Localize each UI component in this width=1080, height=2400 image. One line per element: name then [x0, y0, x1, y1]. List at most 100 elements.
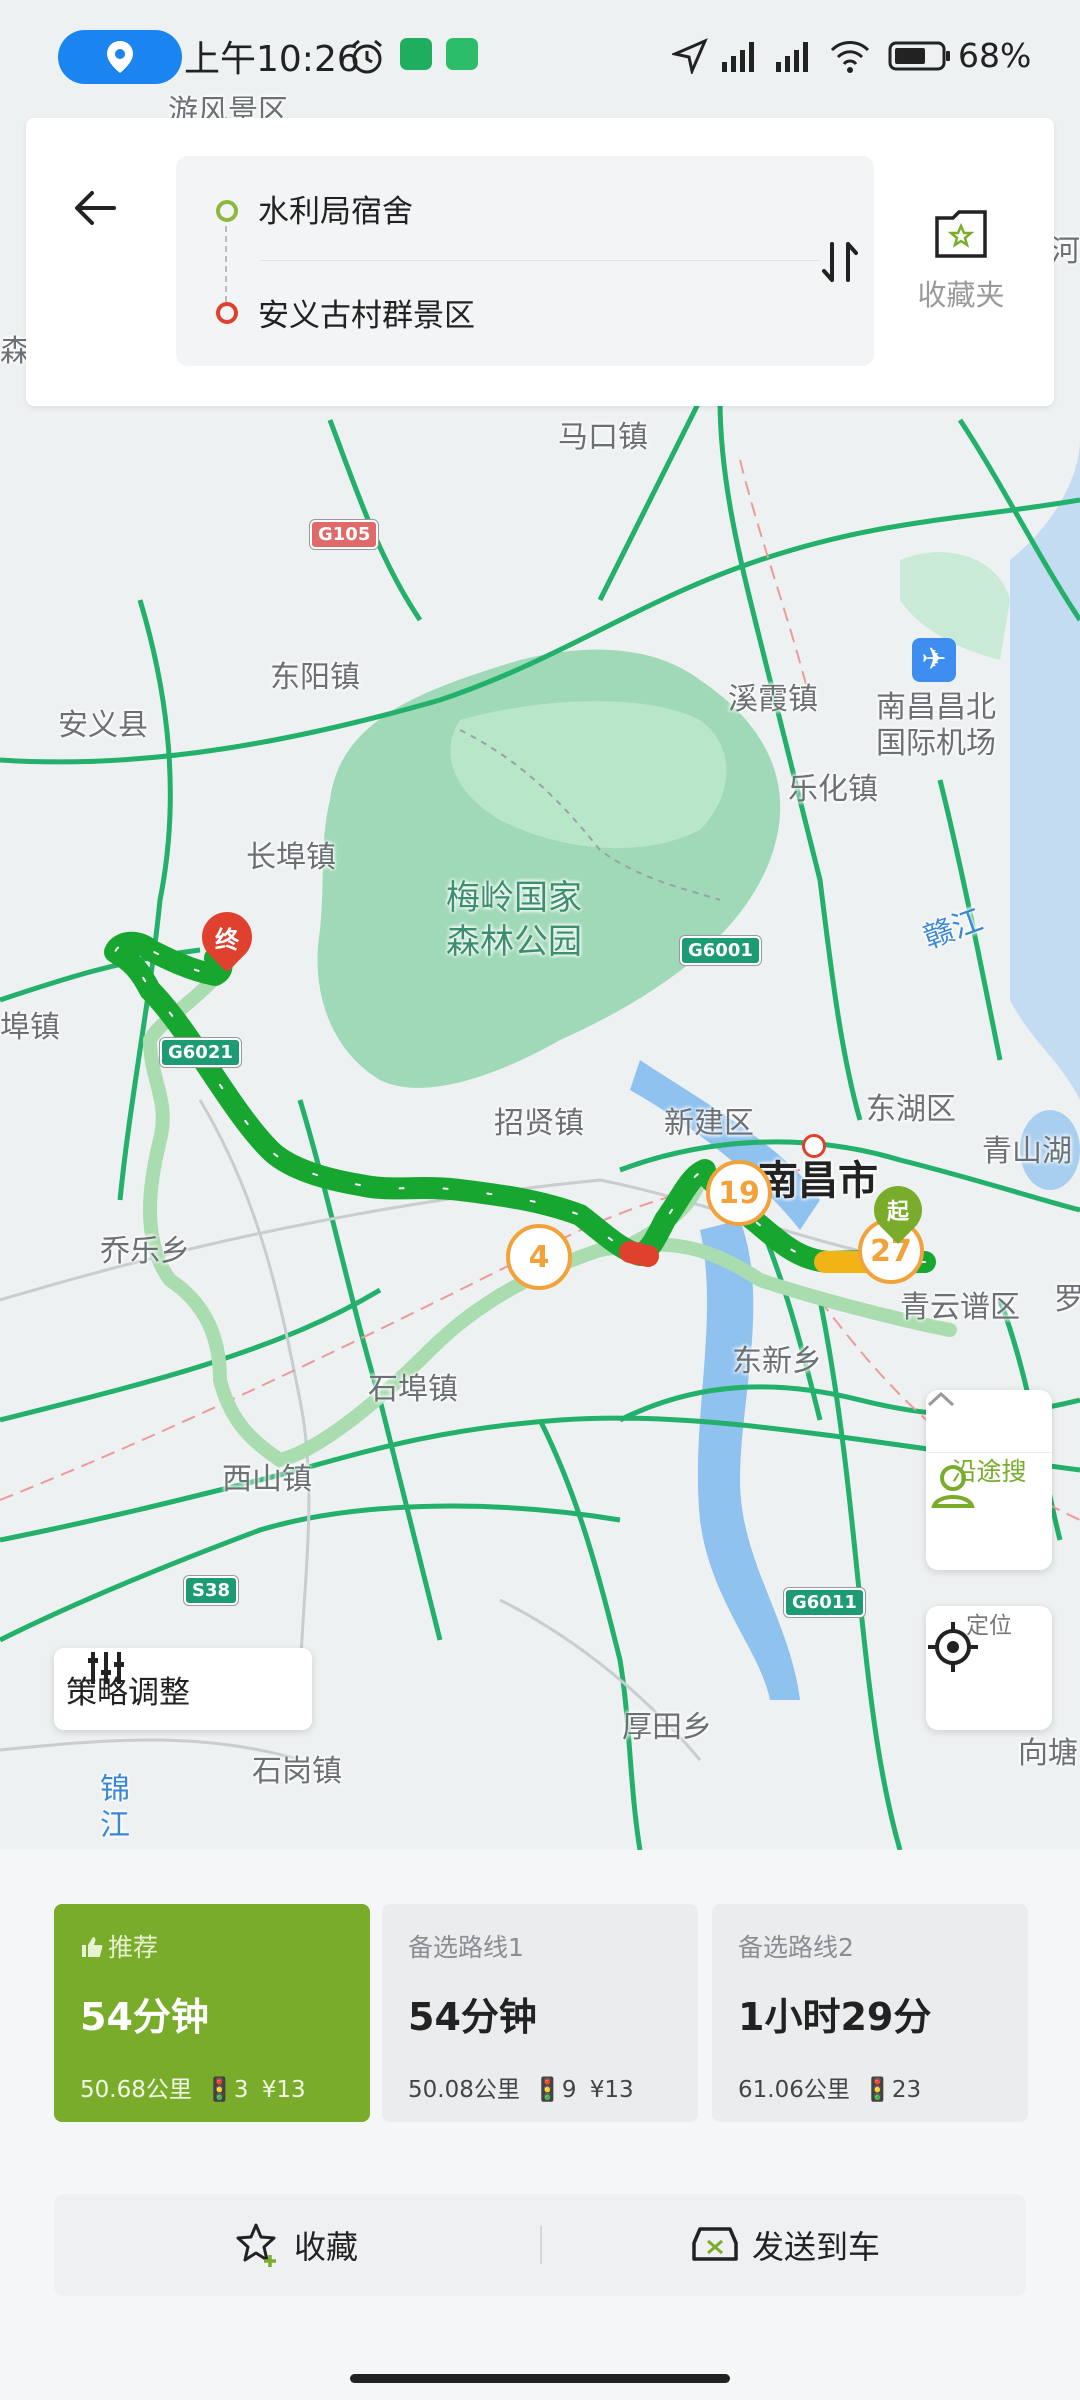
traffic-light-count: 9 [561, 2077, 577, 2103]
road-badge-g105: G105 [310, 520, 379, 549]
send-to-car-label: 发送到车 [752, 2228, 881, 2266]
send-to-car-button[interactable]: 发送到车 [690, 2194, 880, 2296]
map-label-xiangtang: 向塘 [1018, 1736, 1078, 1771]
map-label-xixia: 溪霞镇 [728, 682, 818, 717]
map-label-qingyunpu: 青云谱区 [900, 1290, 1020, 1325]
route-inputs: 水利局宿舍 安义古村群景区 [176, 156, 874, 366]
favorites-folder-label: 收藏夹 [917, 278, 1005, 312]
along-search-icon [931, 1465, 975, 1508]
route-input-card: 水利局宿舍 安义古村群景区 收藏夹 [26, 118, 1054, 406]
traffic-light-count: 3 [233, 2077, 249, 2103]
airport-icon: ✈ [912, 638, 956, 682]
route-connector [225, 226, 227, 302]
route-time-bubble[interactable]: 19 [706, 1160, 772, 1226]
alarm-icon [352, 39, 382, 74]
star-add-icon [236, 2223, 276, 2267]
signal-hd-2-icon [776, 42, 808, 72]
map-label-airport: 南昌昌北 国际机场 [876, 690, 996, 761]
map-label-xinjian: 新建区 [664, 1106, 754, 1141]
route-tag-label: 推荐 [108, 1933, 159, 1962]
map-label-luo: 罗 [1054, 1282, 1080, 1317]
route-tag-label: 备选路线1 [408, 1933, 524, 1962]
back-arrow-icon[interactable] [66, 178, 126, 238]
start-marker-label: 起 [886, 1200, 909, 1225]
navigation-arrow-icon [672, 38, 708, 74]
map-label-xishan: 西山镇 [222, 1462, 312, 1497]
map-label-left-edge: 埠镇 [0, 1010, 60, 1045]
map-label-qingshanhu: 青山湖 [982, 1134, 1072, 1169]
map-label-park: 梅岭国家 森林公园 [446, 878, 582, 962]
traffic-light-icon: 🚦 [533, 2077, 562, 2103]
map-label-anyi: 安义县 [58, 708, 148, 743]
map-label-lehua: 乐化镇 [788, 772, 878, 807]
favorite-route-button[interactable]: 收藏 [234, 2194, 358, 2296]
origin-field[interactable]: 水利局宿舍 [258, 186, 413, 231]
route-distance: 50.08公里 [408, 2077, 520, 2103]
chevron-up-icon [927, 1391, 955, 1407]
map-label-right-river: 河 [1050, 234, 1080, 269]
along-search-button[interactable]: 沿途搜 [926, 1452, 1052, 1570]
along-route-panel: 沿途搜 [926, 1390, 1052, 1570]
road-badge-g6021: G6021 [160, 1038, 241, 1067]
map-label-dongxin: 东新乡 [732, 1344, 822, 1379]
strategy-adjust-button[interactable]: 策略调整 [54, 1648, 312, 1730]
route-distance: 50.68公里 [80, 2077, 192, 2103]
location-pill-icon[interactable] [58, 30, 182, 84]
route-time-bubble[interactable]: 4 [506, 1224, 572, 1290]
collapse-chevron-button[interactable] [926, 1390, 1052, 1453]
end-marker-label: 终 [215, 926, 239, 954]
folder-star-icon [935, 210, 987, 258]
destination-field[interactable]: 安义古村群景区 [258, 290, 475, 335]
road-badge-g6001: G6001 [680, 936, 761, 965]
route-toll: ¥13 [589, 2077, 634, 2103]
road-badge-g6011: G6011 [784, 1588, 865, 1617]
route-duration: 1小时29分 [738, 1995, 932, 2039]
map-label-jinjiang: 锦 江 [100, 1772, 130, 1843]
road-badge-s38: S38 [184, 1576, 239, 1605]
locate-button[interactable]: 定位 [926, 1606, 1052, 1730]
favorite-route-label: 收藏 [294, 2228, 359, 2266]
map-label-changbu: 长埠镇 [246, 840, 336, 875]
status-time: 上午10:26 [184, 39, 360, 80]
route-meta: 61.06公里 🚦23 [738, 2070, 921, 2104]
signal-hd-1-icon [722, 42, 754, 72]
route-duration: 54分钟 [408, 1995, 537, 2039]
origin-dot-icon [216, 200, 238, 222]
route-tag: 推荐 [80, 1928, 158, 1964]
sliders-icon [88, 1652, 124, 1684]
location-pin-icon [107, 41, 133, 73]
route-option-alt-2[interactable]: 备选路线2 1小时29分 61.06公里 🚦23 [712, 1904, 1028, 2122]
map-label-shibu: 石埠镇 [368, 1372, 458, 1407]
route-meta: 50.08公里 🚦9 ¥13 [408, 2070, 634, 2104]
favorites-folder-button[interactable]: 收藏夹 [906, 208, 1016, 314]
home-indicator[interactable] [350, 2374, 730, 2383]
map-label-shigang: 石岗镇 [252, 1754, 342, 1789]
shield-app-icon [446, 38, 478, 70]
wifi-icon [830, 41, 870, 73]
battery-percent: 68% [958, 36, 1032, 75]
map-label-zhaoxian: 招贤镇 [494, 1106, 584, 1141]
map-label-qiaole: 乔乐乡 [100, 1234, 190, 1269]
route-distance: 61.06公里 [738, 2077, 850, 2103]
car-icon [692, 2227, 738, 2261]
battery-icon [888, 41, 950, 71]
city-marker-icon [802, 1134, 826, 1158]
map-label-donghu: 东湖区 [866, 1092, 956, 1127]
traffic-light-count: 23 [891, 2077, 922, 2103]
actions-divider [540, 2226, 542, 2264]
map-label-dongyang: 东阳镇 [270, 660, 360, 695]
route-tag-label: 备选路线2 [738, 1933, 854, 1962]
map-label-makou: 马口镇 [558, 420, 648, 455]
route-meta: 50.68公里 🚦3 ¥13 [80, 2070, 306, 2104]
status-bar: 上午10:26 68% [0, 0, 1080, 118]
route-duration: 54分钟 [80, 1995, 209, 2039]
route-option-alt-1[interactable]: 备选路线1 54分钟 50.08公里 🚦9 ¥13 [382, 1904, 698, 2122]
traffic-light-icon: 🚦 [863, 2077, 892, 2103]
route-option-recommended[interactable]: 推荐 54分钟 50.68公里 🚦3 ¥13 [54, 1904, 370, 2122]
destination-dot-icon [216, 302, 238, 324]
strategy-adjust-label: 策略调整 [66, 1674, 190, 1711]
input-divider [260, 260, 820, 261]
map-label-houtian: 厚田乡 [622, 1710, 712, 1745]
crosshair-icon [928, 1622, 978, 1672]
swap-route-icon[interactable] [816, 238, 864, 286]
